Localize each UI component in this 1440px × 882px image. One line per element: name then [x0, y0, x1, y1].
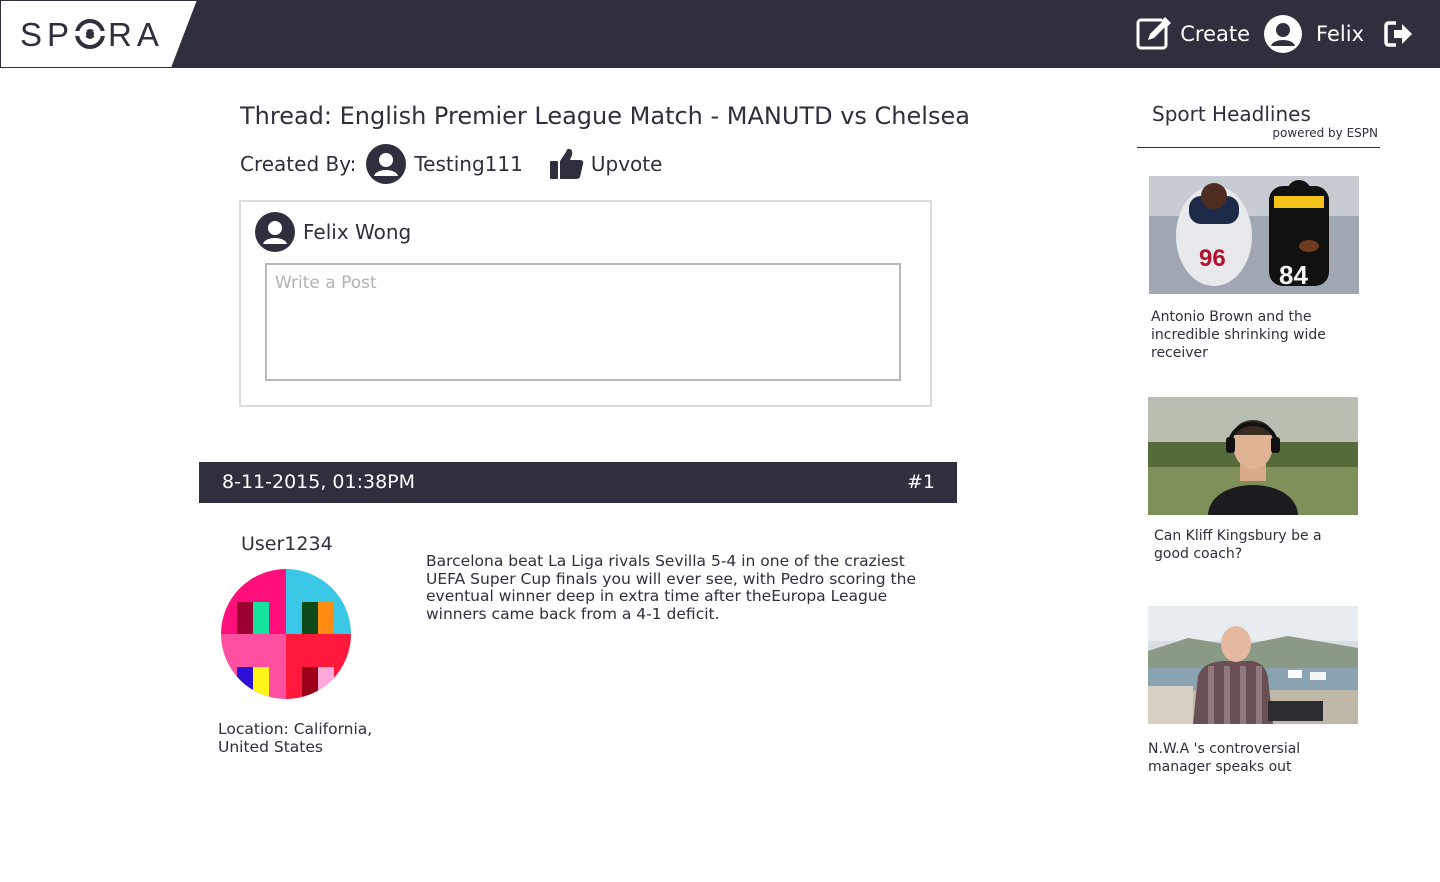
svg-text:RA: RA [108, 16, 164, 53]
svg-text:96: 96 [1199, 245, 1226, 272]
logo[interactable]: SP RA [0, 0, 200, 68]
post-number[interactable]: #1 [907, 471, 935, 493]
user-identicon-avatar[interactable] [221, 569, 351, 699]
composer-author: Felix Wong [255, 212, 411, 252]
user-icon [1264, 15, 1303, 53]
user-label: Felix [1316, 22, 1364, 46]
top-navbar: SP RA Create Felix [0, 0, 1440, 68]
create-button[interactable]: Create [1136, 16, 1250, 52]
user-menu[interactable]: Felix [1264, 15, 1364, 53]
create-label: Create [1180, 22, 1251, 46]
spora-logo-mark: SP RA [20, 16, 164, 53]
thread-meta: Created By: Testing111 Upvote [240, 144, 662, 184]
post-user-location: Location: California, United States [218, 720, 373, 756]
edit-icon [1136, 16, 1173, 50]
sidebar-divider [1137, 147, 1380, 148]
sidebar-title: Sport Headlines [1152, 102, 1311, 126]
post-header: 8-11-2015, 01:38PM #1 [199, 462, 957, 503]
thumbs-up-icon [549, 148, 584, 179]
post-composer: Felix Wong [239, 200, 932, 407]
headline-caption-1[interactable]: Antonio Brown and the incredible shrinki… [1151, 308, 1351, 362]
post-date: 8-11-2015, 01:38PM [222, 471, 416, 493]
author-avatar-icon [255, 212, 295, 252]
logout-icon[interactable] [1384, 19, 1414, 49]
created-by-label: Created By: [240, 152, 357, 176]
headline-image-3[interactable] [1148, 606, 1358, 724]
headline-caption-3[interactable]: N.W.A 's controversial manager speaks ou… [1148, 740, 1363, 776]
headline-image-2[interactable] [1148, 397, 1358, 515]
powered-by-label: powered by ESPN [1272, 126, 1378, 140]
upvote-label: Upvote [590, 152, 663, 176]
creator-name[interactable]: Testing111 [414, 152, 523, 176]
post-input[interactable] [265, 263, 901, 381]
headline-image-1[interactable]: 96 84 [1149, 176, 1359, 294]
upvote-button[interactable]: Upvote [549, 146, 663, 182]
post-username[interactable]: User1234 [241, 533, 333, 555]
svg-text:84: 84 [1279, 260, 1308, 290]
composer-author-name: Felix Wong [303, 220, 412, 244]
svg-text:SP: SP [20, 16, 74, 53]
post-body: Barcelona beat La Liga rivals Sevilla 5-… [426, 552, 916, 623]
creator-avatar-icon [366, 144, 407, 184]
thread-title: Thread: English Premier League Match - M… [240, 102, 970, 130]
headline-caption-2[interactable]: Can Kliff Kingsbury be a good coach? [1154, 527, 1358, 563]
